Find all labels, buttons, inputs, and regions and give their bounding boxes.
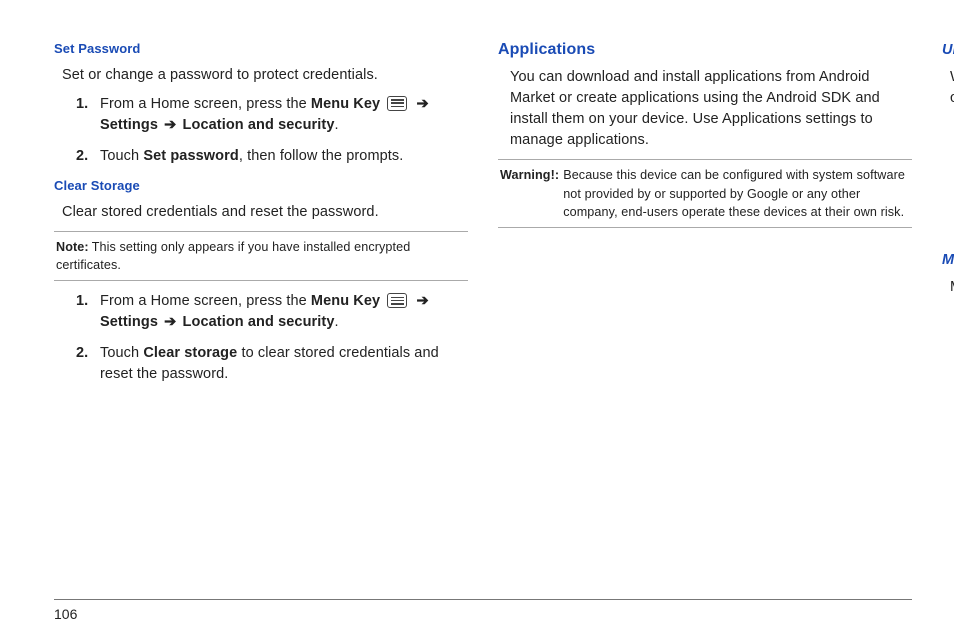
text: , then follow the prompts. [239, 148, 404, 164]
warning-block: Warning!: Because this device can be con… [498, 159, 912, 228]
step-2: Touch Clear storage to clear stored cred… [100, 343, 468, 385]
warning-text: Because this device can be configured wi… [563, 166, 910, 221]
text: Touch [100, 345, 143, 361]
text: Touch [100, 148, 143, 164]
intro-set-password: Set or change a password to protect cred… [62, 65, 468, 86]
intro-manage-applications: Manage and remove applications from your… [950, 277, 954, 298]
heading-set-password: Set Password [54, 40, 468, 59]
heading-clear-storage: Clear Storage [54, 177, 468, 196]
steps-unknown-sources: From a Home screen, press the Menu Key ➔… [942, 117, 954, 240]
section-clear-storage: Clear Storage Clear stored credentials a… [54, 177, 468, 385]
menu-key-icon [387, 293, 407, 308]
settings-label: Settings [100, 314, 158, 330]
document-page: Set Password Set or change a password to… [0, 0, 954, 570]
steps-set-password: From a Home screen, press the Menu Key ➔… [54, 94, 468, 167]
page-number: 106 [54, 606, 77, 622]
arrow-icon: ➔ [414, 291, 430, 312]
settings-label: Settings [100, 117, 158, 133]
menu-key-icon [387, 96, 407, 111]
set-password-label: Set password [143, 148, 238, 164]
section-applications: Applications You can download and instal… [498, 38, 912, 228]
warning-label: Warning!: [500, 166, 559, 221]
text: From a Home screen, press the [100, 293, 311, 309]
heading-applications: Applications [498, 38, 912, 61]
section-manage-applications: Manage Applications Manage and remove ap… [942, 250, 954, 421]
period: . [335, 117, 339, 133]
heading-manage-applications: Manage Applications [942, 250, 954, 271]
step-1: From a Home screen, press the Menu Key ➔… [100, 291, 468, 333]
heading-unknown-sources: Unknown Sources [942, 40, 954, 61]
section-set-password: Set Password Set or change a password to… [54, 40, 468, 167]
menu-key-label: Menu Key [311, 96, 380, 112]
intro-unknown-sources: When enabled, you can install of applica… [950, 67, 954, 109]
location-security-label: Location and security [183, 314, 335, 330]
section-unknown-sources: Unknown Sources When enabled, you can in… [942, 40, 954, 240]
arrow-icon: ➔ [414, 94, 430, 115]
intro-clear-storage: Clear stored credentials and reset the p… [62, 202, 468, 223]
page-footer: 106 [54, 599, 912, 622]
text: From a Home screen, press the [100, 96, 311, 112]
note-text: This setting only appears if you have in… [56, 240, 410, 272]
step-2: Touch Set password, then follow the prom… [100, 146, 468, 167]
note-block: Note:This setting only appears if you ha… [54, 231, 468, 282]
steps-clear-storage: From a Home screen, press the Menu Key ➔… [54, 291, 468, 385]
arrow-icon: ➔ [162, 312, 178, 333]
arrow-icon: ➔ [162, 115, 178, 136]
step-1: From a Home screen, press the Menu Key ➔… [100, 94, 468, 136]
steps-manage-applications: From a Home screen, press the Menu Key ➔… [942, 306, 954, 421]
clear-storage-label: Clear storage [143, 345, 237, 361]
location-security-label: Location and security [183, 117, 335, 133]
note-label: Note: [56, 240, 89, 254]
menu-key-label: Menu Key [311, 293, 380, 309]
intro-applications: You can download and install application… [510, 67, 912, 151]
period: . [335, 314, 339, 330]
